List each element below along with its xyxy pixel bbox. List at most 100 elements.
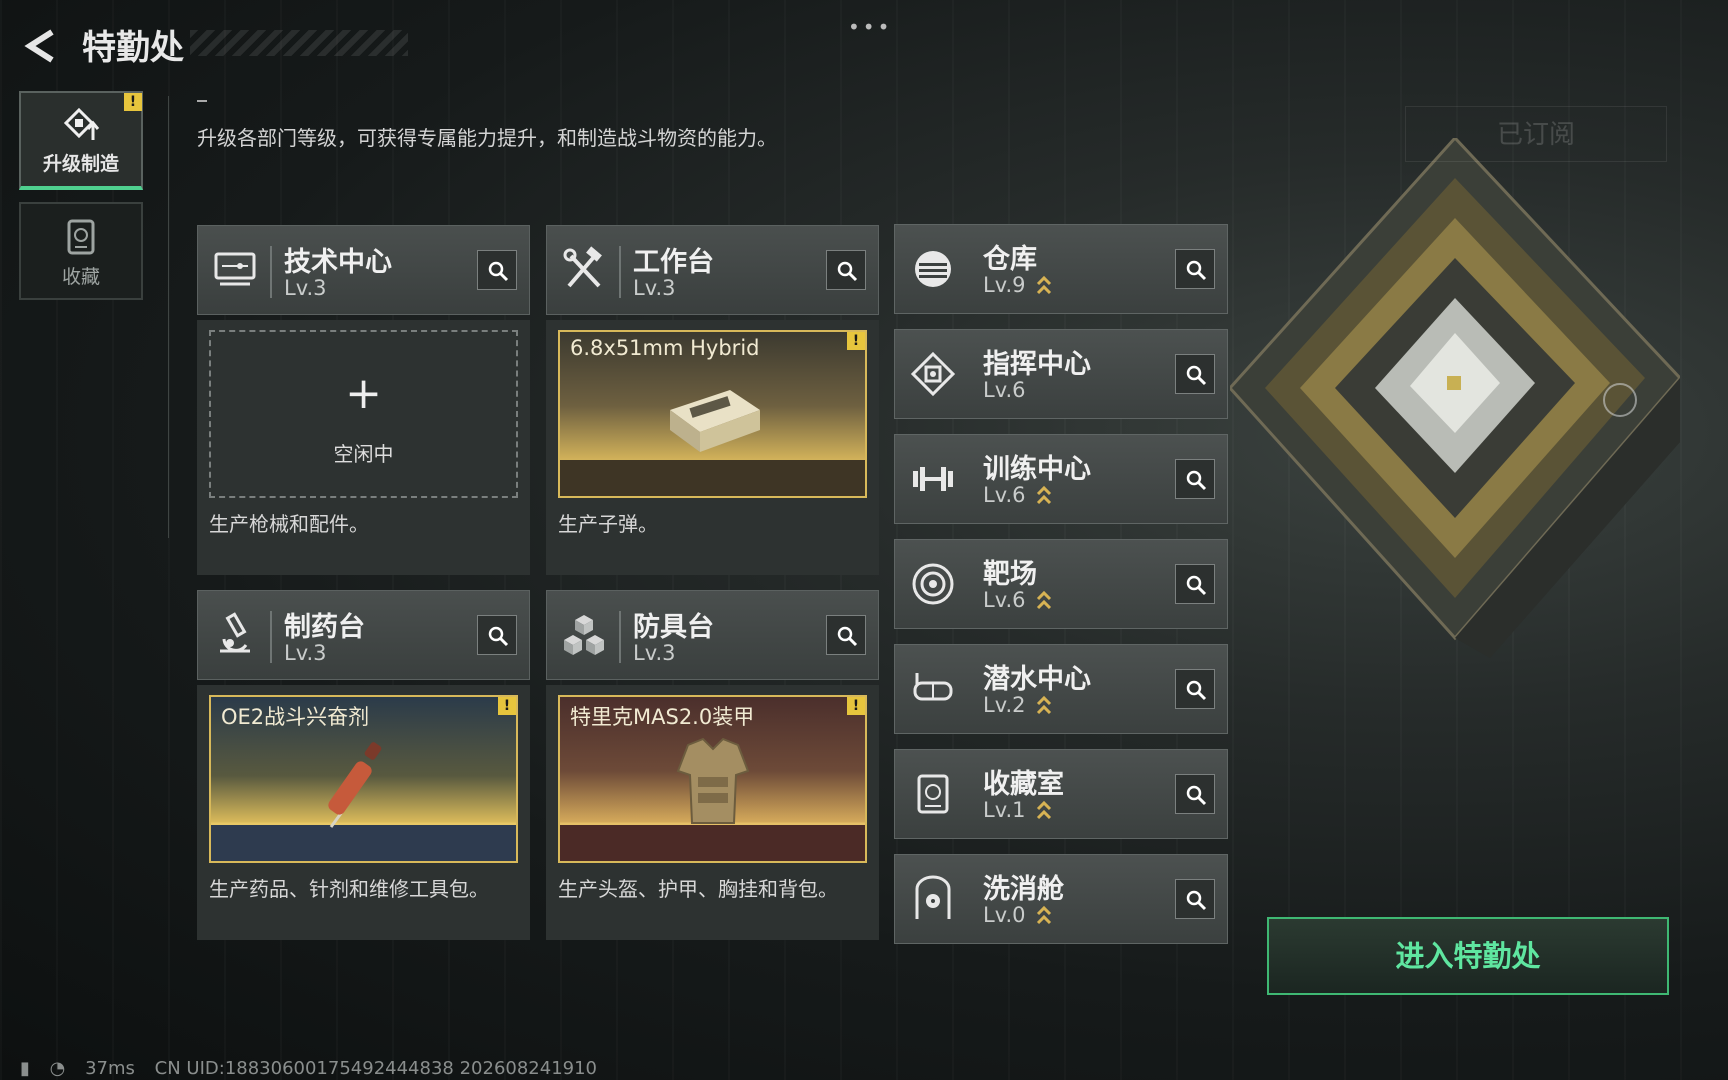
plus-icon: + bbox=[345, 368, 382, 419]
search-button[interactable] bbox=[1175, 459, 1215, 499]
uid-text: CN UID:18830600175492444838 202608241910 bbox=[154, 1058, 598, 1079]
facility-name: 训练中心 bbox=[983, 454, 1091, 485]
diving-mask-icon bbox=[913, 673, 953, 701]
upgrade-arrows-icon bbox=[1036, 800, 1052, 820]
search-icon bbox=[837, 261, 858, 282]
divider bbox=[619, 611, 621, 663]
wifi-icon: ◔ bbox=[49, 1058, 66, 1079]
facility-tech-center[interactable]: 技术中心 Lv.3 bbox=[197, 225, 530, 315]
search-icon bbox=[1186, 680, 1207, 701]
facility-armory-slot[interactable]: 特里克MAS2.0装甲 ! 生产头盔、护甲、胸挂和背包。 bbox=[546, 685, 879, 940]
subscribed-button[interactable]: 已订阅 bbox=[1405, 106, 1667, 162]
facility-level: Lv.9 bbox=[983, 273, 1026, 297]
search-button[interactable] bbox=[477, 250, 517, 290]
facility-name: 潜水中心 bbox=[983, 664, 1091, 695]
nav-label: 收藏 bbox=[61, 266, 100, 288]
hammer-wrench-icon bbox=[563, 246, 602, 288]
search-button[interactable] bbox=[1175, 564, 1215, 604]
facility-level: Lv.6 bbox=[983, 588, 1026, 612]
injector-image bbox=[328, 742, 382, 828]
idle-slot[interactable]: + 空闲中 bbox=[209, 330, 518, 498]
facility-level: Lv.0 bbox=[983, 903, 1026, 927]
search-icon bbox=[1186, 260, 1207, 281]
search-button[interactable] bbox=[826, 250, 866, 290]
upgrade-arrows-icon bbox=[1036, 905, 1052, 925]
page-title: 特勤处 bbox=[82, 28, 184, 68]
upgrade-arrows-icon bbox=[1036, 485, 1052, 505]
facility-tech-slot[interactable]: + 空闲中 生产枪械和配件。 bbox=[197, 320, 530, 575]
search-button[interactable] bbox=[1175, 354, 1215, 394]
side-facility-6[interactable]: 收藏室 Lv.1 bbox=[894, 749, 1228, 839]
search-icon bbox=[1186, 785, 1207, 806]
side-facility-4[interactable]: 靶场 Lv.6 bbox=[894, 539, 1228, 629]
facility-name: 收藏室 bbox=[983, 769, 1064, 800]
upgrade-arrows-icon bbox=[1036, 590, 1052, 610]
title-decoration bbox=[190, 30, 408, 56]
divider bbox=[270, 246, 272, 298]
divider bbox=[270, 611, 272, 663]
side-facility-1[interactable]: 仓库 Lv.9 bbox=[894, 224, 1228, 314]
side-facility-3[interactable]: 训练中心 Lv.6 bbox=[894, 434, 1228, 524]
slot-band bbox=[560, 460, 865, 496]
monitor-icon bbox=[214, 252, 256, 286]
enter-special-ops-button[interactable]: 进入特勤处 bbox=[1267, 917, 1669, 995]
facility-name: 洗消舱 bbox=[983, 874, 1064, 905]
search-icon bbox=[1186, 575, 1207, 596]
dumbbell-icon bbox=[913, 467, 953, 491]
collection-icon bbox=[67, 219, 95, 255]
facility-armory[interactable]: 防具台 Lv.3 bbox=[546, 590, 879, 680]
more-menu-button[interactable]: ••• bbox=[848, 15, 892, 39]
search-icon bbox=[837, 626, 858, 647]
nav-label: 升级制造 bbox=[42, 153, 119, 175]
facility-caption: 生产枪械和配件。 bbox=[209, 512, 369, 536]
production-slot[interactable]: 6.8x51mm Hybrid ! bbox=[558, 330, 867, 498]
ammo-box-image bbox=[670, 390, 760, 452]
notice-badge: ! bbox=[124, 93, 142, 111]
warehouse-icon bbox=[915, 251, 951, 287]
facility-level: Lv.3 bbox=[633, 641, 676, 665]
command-chip-icon bbox=[910, 351, 956, 397]
facility-name: 仓库 bbox=[983, 244, 1037, 275]
facility-name: 工作台 bbox=[633, 247, 714, 278]
production-slot[interactable]: 特里克MAS2.0装甲 ! bbox=[558, 695, 867, 863]
ping-text: 37ms bbox=[85, 1058, 135, 1079]
search-button[interactable] bbox=[826, 615, 866, 655]
facility-level: Lv.3 bbox=[633, 276, 676, 300]
status-footer: ▮ ◔ 37ms CN UID:18830600175492444838 202… bbox=[20, 1058, 611, 1079]
upgrade-arrows-icon bbox=[1036, 695, 1052, 715]
side-facility-5[interactable]: 潜水中心 Lv.2 bbox=[894, 644, 1228, 734]
search-icon bbox=[488, 626, 509, 647]
side-facility-7[interactable]: 洗消舱 Lv.0 bbox=[894, 854, 1228, 944]
side-facility-2[interactable]: 指挥中心 Lv.6 bbox=[894, 329, 1228, 419]
production-slot[interactable]: OE2战斗兴奋剂 ! bbox=[209, 695, 518, 863]
facility-level: Lv.3 bbox=[284, 641, 327, 665]
search-button[interactable] bbox=[1175, 879, 1215, 919]
product-name: 特里克MAS2.0装甲 bbox=[570, 705, 755, 729]
facility-name: 制药台 bbox=[284, 612, 365, 643]
upgrade-arrows-icon bbox=[1036, 275, 1052, 295]
search-button[interactable] bbox=[1175, 669, 1215, 709]
search-icon bbox=[1186, 470, 1207, 491]
facility-workbench-slot[interactable]: 6.8x51mm Hybrid ! 生产子弹。 bbox=[546, 320, 879, 575]
facility-level: Lv.2 bbox=[983, 693, 1026, 717]
notice-badge: ! bbox=[847, 697, 865, 715]
search-icon bbox=[1186, 890, 1207, 911]
product-name: OE2战斗兴奋剂 bbox=[221, 705, 370, 729]
divider bbox=[168, 96, 169, 538]
facility-level: Lv.3 bbox=[284, 276, 327, 300]
facility-workbench[interactable]: 工作台 Lv.3 bbox=[546, 225, 879, 315]
decon-pod-icon bbox=[915, 875, 951, 919]
search-button[interactable] bbox=[477, 615, 517, 655]
divider bbox=[197, 100, 207, 102]
upgrade-craft-icon bbox=[63, 107, 100, 140]
facility-pharmacy-slot[interactable]: OE2战斗兴奋剂 ! 生产药品、针剂和维修工具包。 bbox=[197, 685, 530, 940]
facility-pharmacy[interactable]: 制药台 Lv.3 bbox=[197, 590, 530, 680]
facility-name: 防具台 bbox=[633, 612, 714, 643]
nav-collection[interactable]: 收藏 bbox=[19, 202, 143, 300]
search-button[interactable] bbox=[1175, 249, 1215, 289]
back-arrow-icon[interactable] bbox=[20, 26, 60, 66]
search-button[interactable] bbox=[1175, 774, 1215, 814]
armor-blocks-icon bbox=[564, 615, 604, 655]
search-icon bbox=[1186, 365, 1207, 386]
facility-caption: 生产头盔、护甲、胸挂和背包。 bbox=[558, 877, 838, 901]
